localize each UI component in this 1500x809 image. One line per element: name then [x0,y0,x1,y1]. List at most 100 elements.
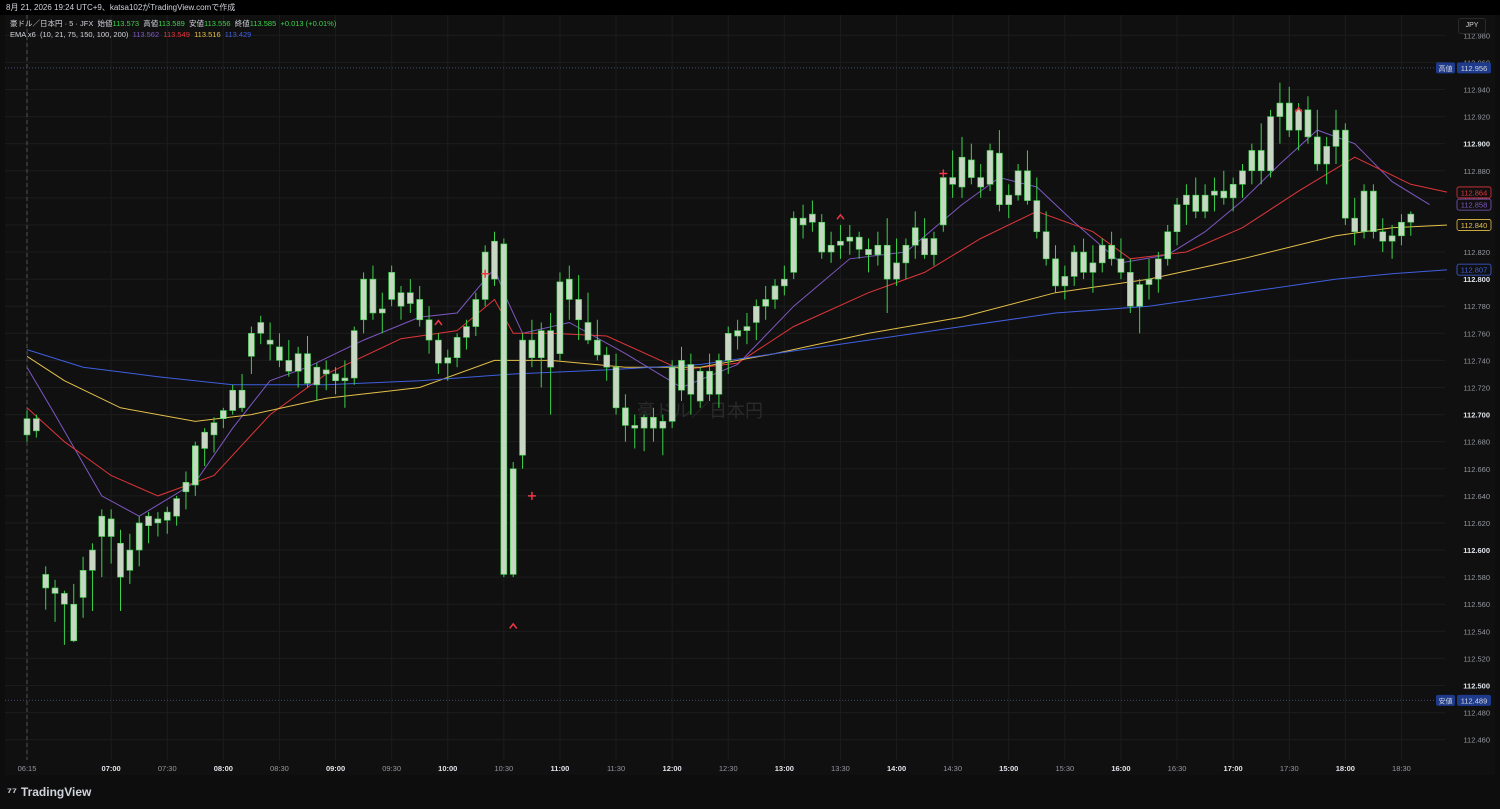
candle-body [594,339,601,356]
candle [846,224,854,255]
price-tick-label: 112.880 [1463,167,1490,176]
candle-body [1136,284,1143,307]
candle-body [986,150,994,185]
candle [1070,245,1078,286]
currency-button[interactable]: JPY [1458,18,1486,34]
candle [182,471,190,510]
candle-body [1089,262,1097,273]
candle-body [1155,258,1162,280]
candle [23,410,31,442]
candle [201,428,208,467]
time-tick-label: 15:00 [999,764,1018,773]
candle-body [1295,109,1302,131]
candle [1304,96,1312,144]
candle [640,414,648,452]
price-tick-label: 112.800 [1463,275,1490,284]
candle [1388,224,1396,259]
tradingview-logo[interactable]: ⁷⁷ TradingView [7,785,91,799]
candle [1276,82,1284,144]
candle-body [1342,129,1349,219]
candle [547,313,554,415]
price-tick-label: 112.580 [1463,573,1490,582]
high-label: 高値 [143,19,159,28]
time-tick-label: 08:30 [270,764,289,773]
candle [1407,211,1415,236]
ema-label[interactable]: EMA x6 [10,30,36,39]
footer: ⁷⁷ TradingView [0,775,1500,809]
candle-body [1248,150,1256,172]
symbol-label[interactable]: 豪ドル／日本円 · 5 · JFX [10,19,93,28]
candle [715,353,723,408]
candle [1145,258,1153,300]
candle [865,238,872,273]
candle [1314,109,1321,171]
candle-body [893,262,900,280]
candle [1351,197,1358,246]
candle-body [1229,184,1237,199]
candle-body [1304,109,1312,138]
candle [1211,177,1218,212]
time-tick-label: 18:30 [1392,764,1411,773]
candle-body [491,240,498,280]
time-tick-label: 17:00 [1224,764,1243,773]
candle [958,136,966,198]
candle [51,579,59,622]
price-tick-label: 112.740 [1463,356,1490,365]
candle [285,340,293,377]
candle-body [257,322,265,334]
candle [453,333,461,368]
time-tick-label: 06:15 [18,764,37,773]
candle-body [61,593,68,605]
time-tick-label: 13:00 [775,764,794,773]
candle [968,143,975,185]
signal-plus [527,491,536,500]
time-tick-label: 14:30 [943,764,962,773]
candle [304,336,311,388]
candle-body [1276,102,1284,117]
candle-body [696,370,704,402]
candle-body [126,549,134,571]
candle-body [668,366,676,422]
price-tick-label: 112.520 [1463,654,1490,663]
candle-body [1239,170,1246,185]
candle [837,224,844,259]
candle [855,231,863,259]
candle [435,333,442,374]
candle [294,346,302,388]
candle-body [1173,204,1181,233]
candle [1098,238,1106,273]
candle [1005,184,1013,219]
candle-body [201,431,208,449]
candle [192,441,199,496]
chart-svg[interactable]: 豪ドル／日本円112.980112.960112.940112.920112.9… [5,15,1495,775]
candle [537,322,545,388]
price-tick-label: 112.540 [1463,627,1490,636]
candle-body [715,360,723,395]
candle-body [1061,276,1069,287]
signal-caret [434,319,443,326]
close-label: 終値 [234,19,250,28]
candle-body [827,244,835,253]
candle-body [1145,278,1153,285]
chart-area[interactable]: 豪ドル／日本円112.980112.960112.940112.920112.9… [5,15,1495,775]
candle-body [1360,190,1368,233]
candle [752,299,760,341]
candle-body [799,217,807,226]
candle-body [837,240,844,246]
price-tag-text: 安値 [1439,696,1453,705]
price-label-text: 112.858 [1461,201,1488,210]
candle-body [883,244,891,280]
change-value: +0.013 (+0.01%) [280,19,337,28]
candle-body [107,518,115,537]
candle-body [435,339,442,364]
candle-body [556,281,564,354]
candle-body [659,421,667,429]
close-value: 113.585 [249,19,277,28]
candle-body [575,299,582,321]
candle [584,292,592,345]
time-tick-label: 17:30 [1280,764,1299,773]
candle-body [939,177,947,226]
candle [724,326,732,374]
candle [809,200,816,232]
candle [762,285,769,320]
